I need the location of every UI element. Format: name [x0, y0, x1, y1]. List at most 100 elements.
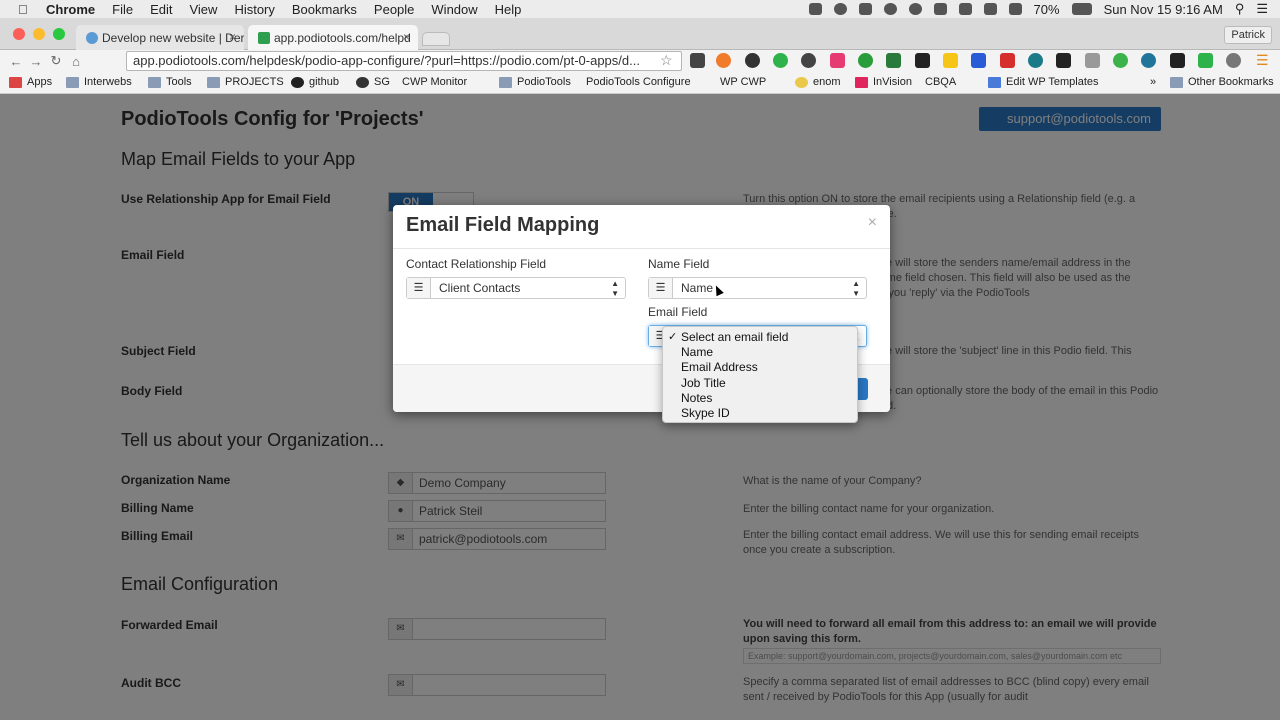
bookmark-cwp-monitor[interactable]: CWP Monitor	[402, 76, 467, 181]
gear-extension-icon[interactable]	[745, 53, 760, 68]
bookmark-tools[interactable]: Tools	[148, 76, 192, 88]
forward-icon[interactable]: →	[26, 54, 46, 69]
option-label: Select an email field	[681, 330, 789, 344]
back-icon[interactable]: ←	[6, 54, 26, 69]
email-option[interactable]: Name	[663, 345, 857, 360]
apps-grid-icon	[9, 76, 22, 88]
battery-icon[interactable]	[1071, 3, 1092, 15]
bookmark-label: Tools	[166, 76, 192, 88]
maximize-window-button[interactable]	[53, 28, 65, 40]
bookmark-other[interactable]: Other Bookmarks	[1170, 76, 1274, 88]
tab-develop-website[interactable]: Develop new website | Der ×	[76, 25, 244, 51]
bookmark-cbqa[interactable]: CBQA	[925, 76, 956, 181]
l-extension-icon[interactable]	[915, 53, 930, 68]
bell-icon[interactable]	[933, 3, 947, 15]
menu-chrome[interactable]: Chrome	[46, 2, 95, 17]
menu-bookmarks[interactable]: Bookmarks	[292, 2, 357, 17]
green-extension-icon[interactable]	[1113, 53, 1128, 68]
display-icon[interactable]	[958, 3, 972, 15]
chat-icon[interactable]	[908, 3, 922, 15]
apple-icon[interactable]: 	[18, 2, 32, 17]
bluetooth-icon[interactable]	[983, 3, 997, 15]
wordpress-extension-icon[interactable]	[1141, 53, 1156, 68]
notification-center-icon[interactable]: ☰	[1256, 1, 1268, 17]
menu-history[interactable]: History	[234, 2, 274, 17]
menu-window[interactable]: Window	[431, 2, 477, 17]
option-label: Notes	[681, 390, 713, 405]
bookmark-edit-wp-templates[interactable]: Edit WP Templates	[988, 76, 1099, 88]
bookmark-interwebs[interactable]: Interwebs	[66, 76, 132, 88]
bw-extension-icon[interactable]	[886, 53, 901, 68]
tab-podiotools[interactable]: app.podiotools.com/helpd ×	[248, 25, 418, 51]
close-tab-icon[interactable]: ×	[403, 30, 410, 44]
check-icon[interactable]	[833, 3, 847, 15]
close-window-button[interactable]	[13, 28, 25, 40]
menu-help[interactable]: Help	[495, 2, 522, 17]
bookmark-label: WP CWP	[720, 76, 767, 88]
teal-extension-icon[interactable]	[1028, 53, 1043, 68]
email-option[interactable]: Job Title	[663, 376, 857, 391]
new-tab-button[interactable]	[422, 32, 450, 46]
folder-icon	[499, 76, 512, 88]
menu-edit[interactable]: Edit	[150, 2, 172, 17]
bookmark-label: PROJECTS	[225, 76, 284, 88]
contact-relationship-select[interactable]: ☰ Client Contacts ▲ ▼	[406, 277, 626, 299]
red-extension-icon[interactable]	[1000, 53, 1015, 68]
modal-close-button[interactable]: ×	[868, 214, 877, 232]
green-dot-extension-icon[interactable]	[773, 53, 788, 68]
name-field-label: Name Field	[648, 257, 710, 271]
email-option[interactable]: Email Address	[663, 360, 857, 375]
menu-file[interactable]: File	[112, 2, 133, 17]
wordpress2-extension-icon[interactable]	[1226, 53, 1241, 68]
bookmark-label: Edit WP Templates	[1006, 76, 1099, 88]
bookmark-sg[interactable]: SG	[356, 76, 390, 88]
chrome-menu-icon[interactable]: ☰	[1256, 52, 1269, 69]
home-icon[interactable]: ⌂	[66, 54, 86, 69]
settings-icon[interactable]	[883, 3, 897, 15]
code-extension-icon[interactable]	[1085, 53, 1100, 68]
podio-favicon-icon	[86, 32, 98, 44]
menu-view[interactable]: View	[189, 2, 217, 17]
s-extension-icon[interactable]	[971, 53, 986, 68]
menu-people[interactable]: People	[374, 2, 414, 17]
name-field-select[interactable]: ☰ Name ▲ ▼	[648, 277, 867, 299]
minimize-window-button[interactable]	[33, 28, 45, 40]
b-extension-icon[interactable]	[716, 53, 731, 68]
name-field-value: Name	[681, 281, 714, 295]
bookmark-star-icon[interactable]: ☆	[660, 52, 673, 69]
spotlight-icon[interactable]: ⚲	[1235, 1, 1245, 17]
dropbox-icon[interactable]	[858, 3, 872, 15]
bookmark-invision[interactable]: InVision	[855, 76, 912, 88]
bookmark-projects[interactable]: PROJECTS	[207, 76, 284, 88]
mug-extension-icon[interactable]	[1056, 53, 1071, 68]
close-tab-icon[interactable]: ×	[229, 30, 236, 44]
bookmark-github[interactable]: github	[291, 76, 339, 88]
more-bookmarks-icon[interactable]: »	[1150, 76, 1156, 88]
pen-extension-icon[interactable]	[690, 53, 705, 68]
circle-extension-icon[interactable]	[801, 53, 816, 68]
profile-button[interactable]: Patrick	[1224, 26, 1272, 44]
reload-icon[interactable]: ↻	[46, 53, 66, 69]
bookmark-wp-cwp[interactable]: WP CWP	[720, 76, 767, 181]
bookmark-enom[interactable]: enom	[795, 76, 841, 88]
document-icon	[988, 76, 1001, 88]
wifi-icon[interactable]	[1008, 3, 1022, 15]
address-bar[interactable]: app.podiotools.com/helpdesk/podio-app-co…	[126, 51, 682, 71]
email-option[interactable]: ✓ Select an email field	[663, 330, 857, 345]
bookmark-label: PodioTools Configure	[586, 76, 691, 88]
folder-icon	[207, 76, 220, 88]
bookmark-podiotools-configure[interactable]: PodioTools Configure	[586, 76, 691, 181]
email-option[interactable]: Skype ID	[663, 406, 857, 421]
contact-relationship-label: Contact Relationship Field	[406, 257, 547, 271]
camera-extension-icon[interactable]	[830, 53, 845, 68]
camera-icon[interactable]	[808, 3, 822, 15]
bookmark-apps[interactable]: Apps	[9, 76, 52, 88]
clock[interactable]: Sun Nov 15 9:16 AM	[1104, 2, 1223, 17]
bookmark-podiotools[interactable]: PodioTools	[499, 76, 571, 88]
star-extension-icon[interactable]	[943, 53, 958, 68]
evernote-extension-icon[interactable]	[858, 53, 873, 68]
modal-title: Email Field Mapping	[406, 214, 600, 236]
quote-extension-icon[interactable]	[1198, 53, 1213, 68]
email-option[interactable]: Notes	[663, 391, 857, 406]
amazon-extension-icon[interactable]	[1170, 53, 1185, 68]
